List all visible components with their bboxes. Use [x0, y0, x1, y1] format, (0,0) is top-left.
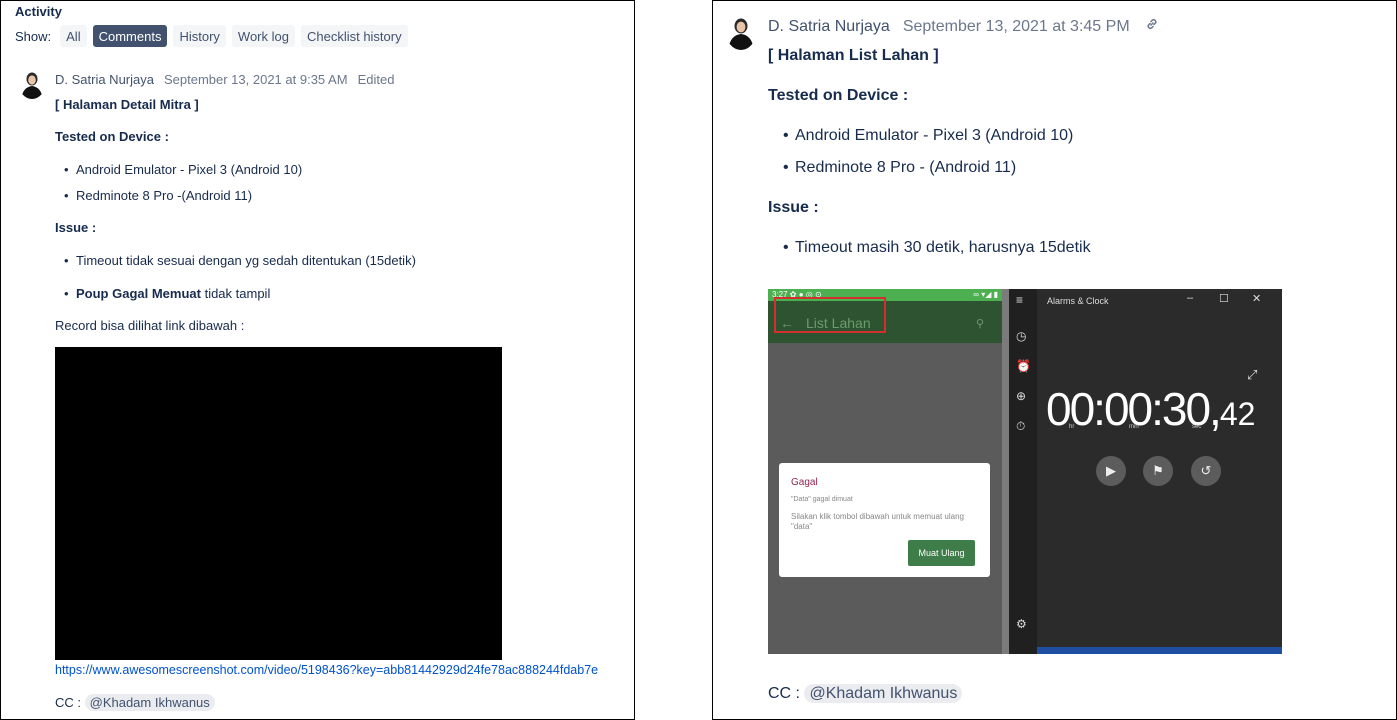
search-icon: ⚲: [976, 318, 985, 330]
avatar[interactable]: [726, 14, 756, 50]
activity-panel-left: Activity Show: All Comments History Work…: [0, 0, 635, 720]
stopwatch-display: 00:00:30,42: [1046, 382, 1255, 436]
menu-icon: ≡: [1016, 293, 1024, 307]
highlight-box: [774, 297, 886, 333]
retry-button: Muat Ulang: [908, 540, 975, 566]
mention-chip[interactable]: @Khadam Ikhwanus: [84, 694, 215, 711]
close-icon: ✕: [1252, 293, 1262, 305]
edited-label: Edited: [357, 72, 395, 87]
issue-item: Poup Gagal Memuat tidak tampil: [64, 286, 271, 301]
settings-icon: ⚙: [1016, 617, 1027, 631]
taskbar-strip: [1037, 647, 1282, 654]
issue-item: Timeout tidak sesuai dengan yg sedah dit…: [64, 253, 416, 268]
alarms-clock-window: Alarms & Clock – ☐ ✕ ⤢ 00:00:30,42 hr mi…: [1037, 289, 1282, 647]
timer-icon: ◷: [1016, 329, 1027, 343]
filter-all-button[interactable]: All: [60, 25, 87, 47]
device-item: Android Emulator - Pixel 3 (Android 10): [783, 127, 1073, 145]
issue-label: Issue :: [768, 199, 819, 216]
dialog-subtitle: "Data" gagal dimuat: [791, 496, 853, 503]
expand-icon: ⤢: [1247, 367, 1258, 382]
device-item: Redminote 8 Pro -(Android 11): [64, 188, 252, 203]
phone-emulator: 3:27 ✿ ● ◎ ⊙ ∞ ▾◢ ▮ ← List Lahan ⚲ Gagal…: [768, 289, 1002, 654]
comment-header: D. Satria Nurjaya September 13, 2021 at …: [55, 72, 394, 87]
cc-line: CC : @Khadam Ikhwanus: [768, 684, 963, 703]
alarm-nav-rail: ≡ ◷ ⏰ ⊕ ⏱ ⚙: [1009, 289, 1037, 654]
author-name[interactable]: D. Satria Nurjaya: [55, 72, 154, 87]
reset-icon: ↺: [1191, 456, 1221, 486]
show-label: Show:: [15, 28, 52, 44]
stopwatch-icon: ⏱: [1016, 419, 1026, 433]
device-item: Android Emulator - Pixel 3 (Android 10): [64, 162, 302, 177]
author-name[interactable]: D. Satria Nurjaya: [768, 18, 890, 36]
cc-label: CC :: [768, 685, 800, 702]
tested-label: Tested on Device :: [768, 87, 909, 104]
comment-timestamp[interactable]: September 13, 2021 at 3:45 PM: [903, 18, 1130, 36]
activity-panel-right: D. Satria Nurjaya September 13, 2021 at …: [712, 0, 1397, 720]
unit-hr: hr: [1069, 424, 1075, 430]
activity-title: Activity: [15, 4, 62, 19]
maximize-icon: ☐: [1219, 293, 1229, 305]
avatar[interactable]: [19, 69, 45, 99]
mention-chip[interactable]: @Khadam Ikhwanus: [804, 684, 963, 703]
error-dialog: Gagal "Data" gagal dimuat Silakan klik t…: [779, 463, 990, 577]
window-gap: [1002, 289, 1009, 654]
issue-bold-text: Poup Gagal Memuat: [76, 286, 201, 301]
comment-heading: [ Halaman List Lahan ]: [768, 47, 939, 64]
filter-comments-button[interactable]: Comments: [92, 25, 168, 47]
dialog-title: Gagal: [791, 477, 818, 488]
dialog-body: Silakan klik tombol dibawah untuk memuat…: [791, 512, 964, 531]
unit-min: min: [1129, 424, 1139, 430]
minimize-icon: –: [1187, 292, 1194, 304]
link-icon[interactable]: [1144, 16, 1160, 37]
record-text: Record bisa dilihat link dibawah :: [55, 318, 245, 333]
issue-label: Issue :: [55, 220, 97, 235]
phone-status-icons: ∞ ▾◢ ▮: [973, 290, 998, 299]
tested-label: Tested on Device :: [55, 129, 169, 144]
alarm-icon: ⏰: [1016, 359, 1031, 373]
alarm-window-title: Alarms & Clock: [1047, 296, 1109, 306]
activity-filter-bar: Show: All Comments History Work log Chec…: [15, 25, 414, 47]
play-icon: ▶: [1096, 456, 1126, 486]
flag-icon: ⚑: [1143, 456, 1173, 486]
filter-worklog-button[interactable]: Work log: [231, 25, 295, 47]
filter-history-button[interactable]: History: [173, 25, 226, 47]
comment-header: D. Satria Nurjaya September 13, 2021 at …: [768, 16, 1160, 37]
issue-item: Timeout masih 30 detik, harusnya 15detik: [783, 239, 1091, 257]
cc-label: CC :: [55, 695, 81, 710]
issue-rest-text: tidak tampil: [200, 286, 271, 301]
attached-screenshot[interactable]: 3:27 ✿ ● ◎ ⊙ ∞ ▾◢ ▮ ← List Lahan ⚲ Gagal…: [768, 289, 1282, 654]
filter-checklist-history-button[interactable]: Checklist history: [300, 25, 408, 47]
video-link[interactable]: https://www.awesomescreenshot.com/video/…: [55, 663, 598, 677]
comment-heading: [ Halaman Detail Mitra ]: [55, 97, 199, 112]
stopwatch-fraction: 42: [1219, 396, 1256, 432]
video-embed[interactable]: [55, 347, 502, 660]
world-clock-icon: ⊕: [1016, 389, 1027, 403]
cc-line: CC : @Khadam Ikhwanus: [55, 694, 215, 711]
unit-sec: sec: [1192, 424, 1202, 430]
device-item: Redminote 8 Pro - (Android 11): [783, 159, 1016, 177]
comment-timestamp[interactable]: September 13, 2021 at 9:35 AM: [164, 72, 348, 87]
